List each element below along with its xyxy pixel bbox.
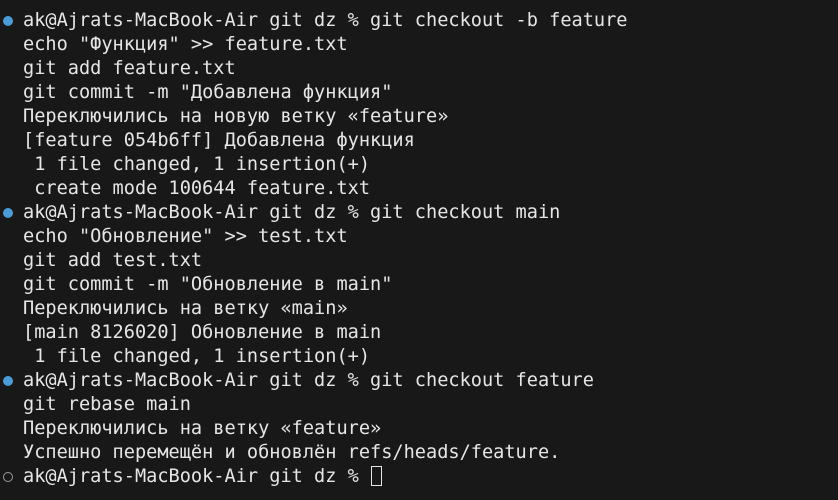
command-decoration-success-icon[interactable]	[3, 208, 13, 218]
line-text: create mode 100644 feature.txt	[23, 178, 371, 199]
line-text: 1 file changed, 1 insertion(+)	[23, 346, 371, 367]
line-text: git commit -m "Добавлена функция"	[23, 82, 393, 103]
line-text: ak@Ajrats-MacBook-Air git dz %	[23, 466, 371, 487]
line-text: git rebase main	[23, 394, 191, 415]
line-text: git add feature.txt	[23, 58, 236, 79]
line-text: [feature 054b6ff] Добавлена функция	[23, 130, 415, 151]
line-text: 1 file changed, 1 insertion(+)	[23, 154, 371, 175]
output-line: git commit -m "Добавлена функция"	[0, 81, 838, 105]
output-line: Переключились на ветку «main»	[0, 297, 838, 321]
command-prompt-line: ak@Ajrats-MacBook-Air git dz % git check…	[0, 9, 838, 33]
cursor-block[interactable]	[371, 466, 383, 486]
output-line: 1 file changed, 1 insertion(+)	[0, 153, 838, 177]
line-text: git add test.txt	[23, 250, 203, 271]
command-decoration-pending-icon[interactable]	[3, 472, 13, 482]
output-line: git add test.txt	[0, 249, 838, 273]
output-line: Успешно перемещён и обновлён refs/heads/…	[0, 441, 838, 465]
output-line: [feature 054b6ff] Добавлена функция	[0, 129, 838, 153]
command-prompt-line: ak@Ajrats-MacBook-Air git dz % git check…	[0, 369, 838, 393]
line-text: echo "Обновление" >> test.txt	[23, 226, 348, 247]
line-text: [main 8126020] Обновление в main	[23, 322, 382, 343]
command-prompt-line: ak@Ajrats-MacBook-Air git dz %	[0, 465, 838, 489]
terminal-output[interactable]: ak@Ajrats-MacBook-Air git dz % git check…	[0, 0, 838, 500]
line-text: git commit -m "Обновление в main"	[23, 274, 393, 295]
output-line: [main 8126020] Обновление в main	[0, 321, 838, 345]
output-line: git commit -m "Обновление в main"	[0, 273, 838, 297]
line-text: ak@Ajrats-MacBook-Air git dz % git check…	[23, 370, 594, 391]
command-decoration-success-icon[interactable]	[3, 16, 13, 26]
output-line: echo "Обновление" >> test.txt	[0, 225, 838, 249]
command-decoration-success-icon[interactable]	[3, 376, 13, 386]
output-line: Переключились на новую ветку «feature»	[0, 105, 838, 129]
output-line: echo "Функция" >> feature.txt	[0, 33, 838, 57]
line-text: Переключились на новую ветку «feature»	[23, 106, 449, 127]
line-text: ak@Ajrats-MacBook-Air git dz % git check…	[23, 10, 628, 31]
line-text: Переключились на ветку «feature»	[23, 418, 382, 439]
output-line: create mode 100644 feature.txt	[0, 177, 838, 201]
line-text: Успешно перемещён и обновлён refs/heads/…	[23, 442, 561, 463]
line-text: ak@Ajrats-MacBook-Air git dz % git check…	[23, 202, 561, 223]
output-line: Переключились на ветку «feature»	[0, 417, 838, 441]
output-line: 1 file changed, 1 insertion(+)	[0, 345, 838, 369]
line-text: echo "Функция" >> feature.txt	[23, 34, 348, 55]
command-prompt-line: ak@Ajrats-MacBook-Air git dz % git check…	[0, 201, 838, 225]
line-text: Переключились на ветку «main»	[23, 298, 348, 319]
output-line: git rebase main	[0, 393, 838, 417]
output-line: git add feature.txt	[0, 57, 838, 81]
